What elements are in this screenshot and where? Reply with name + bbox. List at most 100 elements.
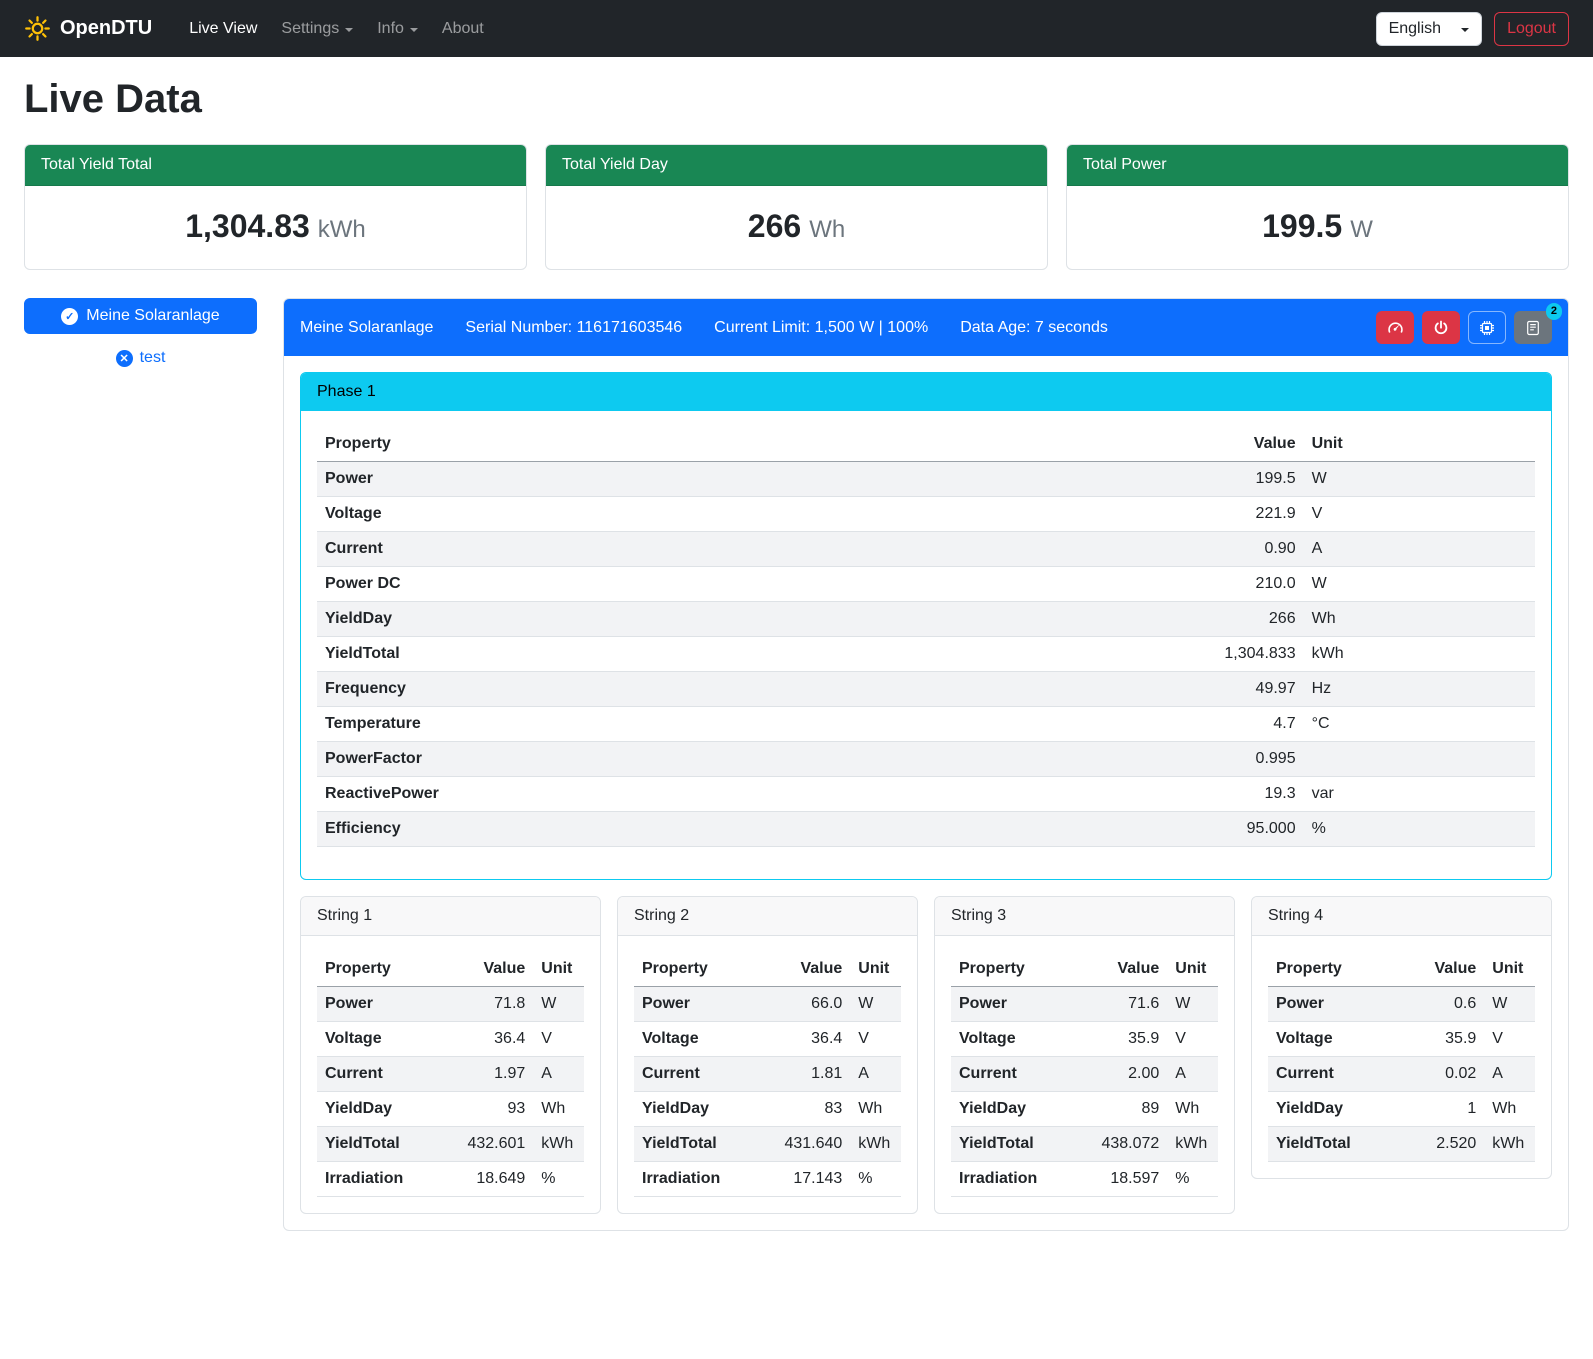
value-cell: 0.995 — [938, 742, 1303, 777]
summary-card-title: Total Yield Day — [546, 145, 1047, 186]
table-row: Voltage 36.4 V — [317, 1022, 584, 1057]
sidebar-item-test[interactable]: ✕ test — [24, 349, 257, 367]
column-header-unit: Unit — [1304, 427, 1535, 462]
nav-item-settings[interactable]: Settings — [272, 12, 362, 46]
table-row: Power 71.8 W — [317, 987, 584, 1022]
string-card-3: String 3 Property Value Unit — [934, 896, 1235, 1214]
value-cell: 1 — [1404, 1092, 1484, 1127]
unit-cell — [1304, 742, 1535, 777]
table-header-row: Property Value Unit — [951, 952, 1218, 987]
unit-cell: W — [1304, 567, 1535, 602]
nav-settings-label: Settings — [281, 20, 339, 38]
property-cell: YieldDay — [317, 1092, 453, 1127]
summary-card-title: Total Yield Total — [25, 145, 526, 186]
property-cell: Irradiation — [951, 1162, 1087, 1197]
property-cell: Current — [634, 1057, 770, 1092]
device-info-button[interactable] — [1468, 311, 1506, 344]
page-content: Live Data Total Yield Total 1,304.83kWh … — [0, 57, 1593, 1271]
power-toggle-button[interactable] — [1422, 311, 1460, 344]
logout-button[interactable]: Logout — [1494, 12, 1569, 46]
summary-card-total-yield-total: Total Yield Total 1,304.83kWh — [24, 144, 527, 270]
value-cell: 93 — [453, 1092, 533, 1127]
value-cell: 1,304.833 — [938, 637, 1303, 672]
value-cell: 18.597 — [1087, 1162, 1167, 1197]
nav-item-about[interactable]: About — [433, 12, 493, 46]
summary-card-unit: W — [1350, 216, 1373, 243]
string-card-2: String 2 Property Value Unit — [617, 896, 918, 1214]
column-header-property: Property — [317, 952, 453, 987]
property-cell: Power DC — [317, 567, 938, 602]
property-cell: Current — [951, 1057, 1087, 1092]
column-header-unit: Unit — [533, 952, 584, 987]
column-header-unit: Unit — [1484, 952, 1535, 987]
property-cell: PowerFactor — [317, 742, 938, 777]
summary-card-value: 266 — [748, 208, 801, 244]
column-header-property: Property — [1268, 952, 1404, 987]
brand[interactable]: OpenDTU — [24, 15, 152, 42]
string-properties-table: Property Value Unit — [634, 952, 901, 1197]
serial-number: Serial Number: 116171603546 — [465, 319, 682, 337]
summary-card-total-power: Total Power 199.5W — [1066, 144, 1569, 270]
table-header-row: Property Value Unit — [634, 952, 901, 987]
property-cell: Power — [634, 987, 770, 1022]
property-cell: Voltage — [1268, 1022, 1404, 1057]
unit-cell: A — [1167, 1057, 1218, 1092]
gauge-icon — [1387, 319, 1404, 336]
chevron-down-icon — [1461, 28, 1469, 32]
unit-cell: Wh — [1484, 1092, 1535, 1127]
property-cell: Current — [317, 1057, 453, 1092]
table-row: Irradiation 17.143 % — [634, 1162, 901, 1197]
main-panel: Meine Solaranlage Serial Number: 1161716… — [283, 298, 1569, 1231]
property-cell: YieldTotal — [317, 637, 938, 672]
table-row: Power 71.6 W — [951, 987, 1218, 1022]
column-header-value: Value — [1404, 952, 1484, 987]
inverter-select-button[interactable]: ✓ Meine Solaranlage — [24, 298, 257, 334]
property-cell: Voltage — [634, 1022, 770, 1057]
table-row: Irradiation 18.649 % — [317, 1162, 584, 1197]
value-cell: 0.90 — [938, 532, 1303, 567]
language-select[interactable]: English — [1376, 12, 1482, 46]
summary-card-body: 266 Wh — [546, 186, 1047, 269]
property-cell: Power — [317, 462, 938, 497]
phase-properties-table: Property Value Unit Power — [317, 427, 1535, 847]
inverter-body: Phase 1 Property Value Unit — [284, 356, 1568, 1230]
value-cell: 89 — [1087, 1092, 1167, 1127]
phase-title: Phase 1 — [301, 373, 1551, 411]
property-cell: YieldDay — [951, 1092, 1087, 1127]
value-cell: 17.143 — [770, 1162, 850, 1197]
unit-cell: kWh — [1167, 1127, 1218, 1162]
inverter-card: Meine Solaranlage Serial Number: 1161716… — [283, 298, 1569, 1231]
table-row: PowerFactor 0.995 — [317, 742, 1535, 777]
table-row: Frequency 49.97 Hz — [317, 672, 1535, 707]
property-cell: Current — [317, 532, 938, 567]
string-body: Property Value Unit — [1252, 936, 1551, 1162]
unit-cell: °C — [1304, 707, 1535, 742]
event-log-button[interactable]: 2 — [1514, 311, 1552, 344]
nav-item-info[interactable]: Info — [368, 12, 427, 46]
property-cell: Power — [951, 987, 1087, 1022]
language-select-value: English — [1389, 20, 1441, 38]
limit-settings-button[interactable] — [1376, 311, 1414, 344]
unit-cell: V — [1167, 1022, 1218, 1057]
value-cell: 66.0 — [770, 987, 850, 1022]
value-cell: 0.02 — [1404, 1057, 1484, 1092]
column-header-value: Value — [453, 952, 533, 987]
string-body: Property Value Unit — [301, 936, 600, 1197]
property-cell: Temperature — [317, 707, 938, 742]
table-row: Current 1.97 A — [317, 1057, 584, 1092]
table-row: Power 66.0 W — [634, 987, 901, 1022]
property-cell: Power — [1268, 987, 1404, 1022]
string-title: String 2 — [618, 897, 917, 936]
value-cell: 438.072 — [1087, 1127, 1167, 1162]
value-cell: 71.8 — [453, 987, 533, 1022]
unit-cell: A — [1304, 532, 1535, 567]
strings-row: String 1 Property Value Unit — [300, 896, 1552, 1214]
table-row: Power 199.5 W — [317, 462, 1535, 497]
unit-cell: kWh — [1484, 1127, 1535, 1162]
string-properties-table: Property Value Unit — [317, 952, 584, 1197]
inverter-actions: 2 — [1376, 311, 1552, 344]
summary-card-unit: Wh — [809, 216, 845, 243]
summary-card-body: 1,304.83kWh — [25, 186, 526, 269]
unit-cell: kWh — [1304, 637, 1535, 672]
nav-item-live-view[interactable]: Live View — [180, 12, 266, 46]
